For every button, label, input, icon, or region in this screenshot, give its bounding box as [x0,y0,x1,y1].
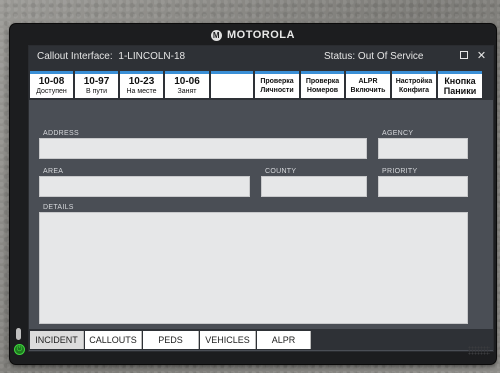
close-icon: ✕ [476,50,487,62]
callout-id: 1-LINCOLN-18 [118,51,186,62]
maximize-button[interactable] [457,50,470,63]
config-button[interactable]: Настройка Конфига [392,71,436,98]
status-code: 10-08 [38,75,65,87]
agency-label: AGENCY [382,130,414,137]
button-line-1: ALPR [358,78,378,85]
address-label: ADDRESS [43,130,79,137]
status-sub: На месте [126,87,157,95]
status-button-10-08[interactable]: 10-08 Доступен [30,71,73,98]
tab-incident[interactable]: INCIDENT [30,331,84,349]
plate-check-button[interactable]: Проверка Номеров [301,71,344,98]
tab-bar: INCIDENT CALLOUTS PEDS VEHICLES ALPR [29,329,493,350]
title-bar: Callout Interface: 1-LINCOLN-18 Status: … [29,46,493,68]
empty-toolbar-slot [211,71,253,98]
button-line-2: Паники [443,86,477,96]
details-textarea[interactable] [39,212,468,324]
button-line-2: Включить [350,87,386,94]
status-code: 10-06 [174,75,200,87]
button-line-1: Кнопка [444,76,476,86]
status-code: 10-23 [128,75,155,87]
status-button-10-97[interactable]: 10-97 В пути [75,71,118,98]
address-field[interactable] [39,138,367,159]
maximize-icon [459,51,468,59]
toolbar: 10-08 Доступен 10-97 В пути 10-23 На мес… [29,68,493,100]
close-button[interactable]: ✕ [475,50,488,63]
button-line-2: Личности [260,87,294,94]
agency-field[interactable] [378,138,468,159]
alpr-toggle-button[interactable]: ALPR Включить [346,71,390,98]
button-line-1: Настройка [395,78,433,85]
incident-form: ADDRESS AGENCY AREA COUNTY PRIORITY DETA… [29,101,493,329]
status-sub: В пути [85,87,108,95]
motorola-logo-icon: M [211,29,223,41]
button-line-1: Проверка [305,78,340,85]
thermometer-icon [16,328,21,340]
speaker-grille [468,346,490,355]
status-button-10-23[interactable]: 10-23 На месте [120,71,163,98]
tab-callouts[interactable]: CALLOUTS [85,331,142,349]
brand-header: M MOTOROLA [10,26,496,44]
power-button[interactable]: ⏻ [14,344,25,355]
panic-button[interactable]: Кнопка Паники [438,71,482,98]
button-line-1: Проверка [260,78,294,85]
status-label: Status: [324,51,356,62]
id-check-button[interactable]: Проверка Личности [255,71,299,98]
county-label: COUNTY [265,168,297,175]
title-label: Callout Interface: [37,51,113,62]
area-label: AREA [43,168,64,175]
callout-window: Callout Interface: 1-LINCOLN-18 Status: … [28,45,494,352]
county-field[interactable] [261,176,367,197]
priority-label: PRIORITY [382,168,418,175]
status-value: Out Of Service [357,51,424,62]
button-line-2: Номеров [306,87,339,94]
brand-name: MOTOROLA [227,29,295,41]
status-button-10-06[interactable]: 10-06 Занят [165,71,209,98]
area-field[interactable] [39,176,250,197]
tab-vehicles[interactable]: VEHICLES [200,331,256,349]
mdt-device: M MOTOROLA Callout Interface: 1-LINCOLN-… [10,24,496,364]
power-icon: ⏻ [16,345,23,353]
callout-title: Callout Interface: 1-LINCOLN-18 [37,51,185,62]
tab-peds[interactable]: PEDS [143,331,199,349]
status-text: Status: Out Of Service [324,51,424,62]
details-label: DETAILS [43,204,74,211]
status-sub: Занят [177,87,197,95]
button-line-2: Конфига [398,87,429,94]
status-code: 10-97 [83,75,110,87]
status-sub: Доступен [36,87,67,95]
priority-field[interactable] [378,176,468,197]
tab-alpr[interactable]: ALPR [257,331,311,349]
